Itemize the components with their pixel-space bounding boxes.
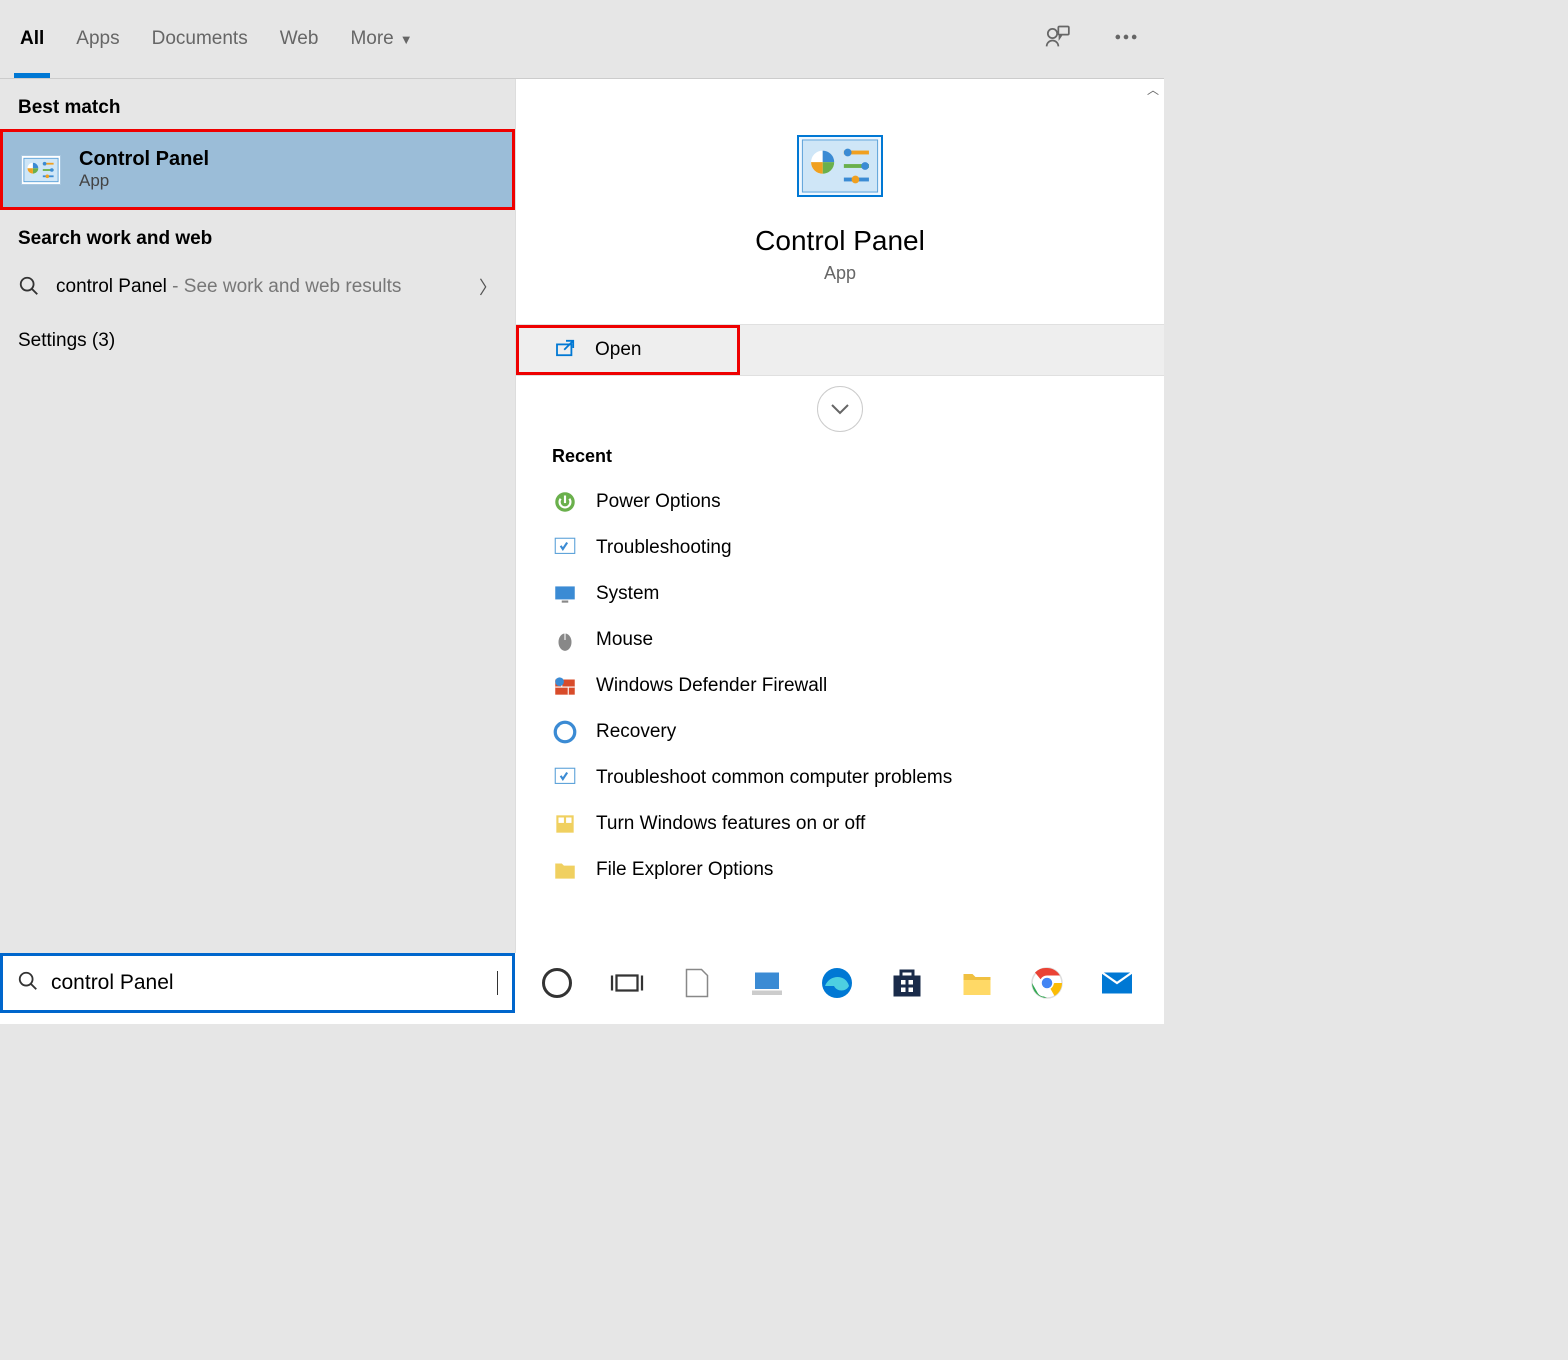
tab-more[interactable]: More▼ xyxy=(350,20,412,58)
file-explorer-icon[interactable] xyxy=(959,965,995,1001)
power-options-icon xyxy=(552,489,578,515)
more-options-icon[interactable] xyxy=(1112,23,1140,56)
open-icon xyxy=(555,339,577,362)
recent-item-label: File Explorer Options xyxy=(596,859,773,881)
open-label: Open xyxy=(595,339,641,361)
store-icon[interactable] xyxy=(889,965,925,1001)
mouse-icon xyxy=(552,627,578,653)
recent-firewall[interactable]: Windows Defender Firewall xyxy=(552,663,1128,709)
control-panel-icon-large xyxy=(797,135,883,197)
web-search-result[interactable]: control Panel - See work and web results… xyxy=(0,260,515,314)
chrome-icon[interactable] xyxy=(1029,965,1065,1001)
tab-documents[interactable]: Documents xyxy=(152,20,248,58)
system-icon xyxy=(552,581,578,607)
notepad-icon[interactable] xyxy=(679,965,715,1001)
recent-system[interactable]: System xyxy=(552,571,1128,617)
recent-item-label: Turn Windows features on or off xyxy=(596,813,865,835)
folder-options-icon xyxy=(552,857,578,883)
search-icon xyxy=(18,275,42,299)
cortana-icon[interactable] xyxy=(539,965,575,1001)
open-button[interactable]: Open xyxy=(516,325,740,375)
troubleshooting-icon xyxy=(552,535,578,561)
tab-web[interactable]: Web xyxy=(280,20,319,58)
mail-icon[interactable] xyxy=(1099,965,1135,1001)
taskbar-search-box[interactable] xyxy=(0,953,515,1013)
recent-item-label: Troubleshooting xyxy=(596,537,732,559)
detail-pane: ︿ Control Panel App Open R xyxy=(515,79,1164,953)
firewall-icon xyxy=(552,673,578,699)
detail-subtitle: App xyxy=(824,263,856,284)
recent-item-label: System xyxy=(596,583,659,605)
chevron-down-icon: ▼ xyxy=(400,32,413,47)
best-match-control-panel[interactable]: Control Panel App xyxy=(0,129,515,210)
recent-header: Recent xyxy=(552,446,1128,467)
recent-item-label: Windows Defender Firewall xyxy=(596,675,827,697)
recent-windows-features[interactable]: Turn Windows features on or off xyxy=(552,801,1128,847)
recent-item-label: Mouse xyxy=(596,629,653,651)
search-input[interactable] xyxy=(51,971,489,995)
feedback-icon[interactable] xyxy=(1042,23,1070,56)
recent-power-options[interactable]: Power Options xyxy=(552,479,1128,525)
settings-results[interactable]: Settings (3) xyxy=(0,314,515,368)
tab-apps[interactable]: Apps xyxy=(76,20,119,58)
recent-item-label: Recovery xyxy=(596,721,676,743)
recent-troubleshooting[interactable]: Troubleshooting xyxy=(552,525,1128,571)
recent-recovery[interactable]: Recovery xyxy=(552,709,1128,755)
control-panel-icon xyxy=(21,155,61,185)
recent-mouse[interactable]: Mouse xyxy=(552,617,1128,663)
troubleshoot-icon xyxy=(552,765,578,791)
best-match-header: Best match xyxy=(0,79,515,129)
expand-button[interactable] xyxy=(817,386,863,432)
recent-file-explorer-options[interactable]: File Explorer Options xyxy=(552,847,1128,893)
search-icon xyxy=(17,970,39,997)
recent-item-label: Troubleshoot common computer problems xyxy=(596,767,952,789)
task-view-icon[interactable] xyxy=(609,965,645,1001)
recent-troubleshoot-problems[interactable]: Troubleshoot common computer problems xyxy=(552,755,1128,801)
recovery-icon xyxy=(552,719,578,745)
results-list: Best match Control Panel App Search work… xyxy=(0,79,515,953)
recent-item-label: Power Options xyxy=(596,491,721,513)
taskbar xyxy=(0,953,1164,1013)
laptop-icon[interactable] xyxy=(749,965,785,1001)
search-filter-tabs: All Apps Documents Web More▼ xyxy=(0,0,1164,79)
best-match-title: Control Panel xyxy=(79,148,209,171)
edge-icon[interactable] xyxy=(819,965,855,1001)
web-search-text: control Panel - See work and web results xyxy=(56,276,465,298)
detail-title: Control Panel xyxy=(755,225,925,257)
scroll-up-arrow[interactable]: ︿ xyxy=(1144,81,1162,99)
windows-features-icon xyxy=(552,811,578,837)
web-search-header: Search work and web xyxy=(0,210,515,260)
tab-all[interactable]: All xyxy=(20,20,44,58)
best-match-subtitle: App xyxy=(79,171,209,191)
chevron-right-icon: 〉 xyxy=(479,274,497,300)
